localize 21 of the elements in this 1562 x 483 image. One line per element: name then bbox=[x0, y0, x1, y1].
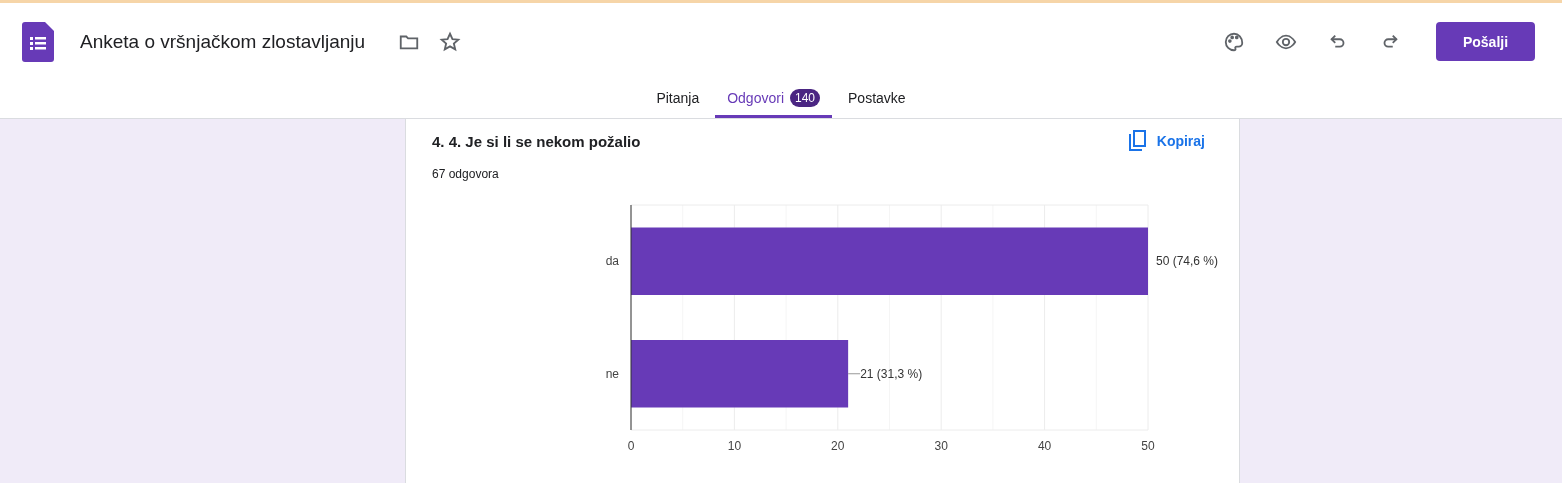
axis-tick-label: 0 bbox=[627, 439, 635, 453]
copy-button[interactable]: Kopiraj bbox=[1120, 129, 1211, 153]
category-label: ne bbox=[605, 366, 619, 381]
tab[interactable]: Pitanja bbox=[644, 80, 712, 118]
value-label: 50 (74,6 %) bbox=[1156, 254, 1219, 269]
axis-tick-label: 50 bbox=[1141, 439, 1155, 453]
count-badge: 140 bbox=[790, 88, 821, 107]
tab[interactable]: Postavke bbox=[836, 80, 918, 118]
copy-icon bbox=[1126, 130, 1147, 152]
category-label: da bbox=[605, 254, 619, 269]
axis-tick-label: 20 bbox=[831, 439, 845, 453]
axis-tick-label: 40 bbox=[1037, 439, 1052, 453]
response-count: 67 odgovora bbox=[432, 167, 500, 181]
axis-tick-label: 30 bbox=[934, 439, 948, 453]
leader-line bbox=[847, 373, 861, 375]
axis-tick-label: 10 bbox=[727, 439, 742, 453]
send-button[interactable]: Pošalji bbox=[1436, 22, 1535, 61]
forms-logo-icon[interactable] bbox=[22, 21, 54, 62]
form-title[interactable]: Anketa o vršnjačkom zlostavljanju bbox=[80, 30, 366, 53]
value-label: 21 (31,3 %) bbox=[860, 366, 923, 381]
question-title: 4. 4. Je si li se nekom požalio bbox=[432, 132, 641, 150]
